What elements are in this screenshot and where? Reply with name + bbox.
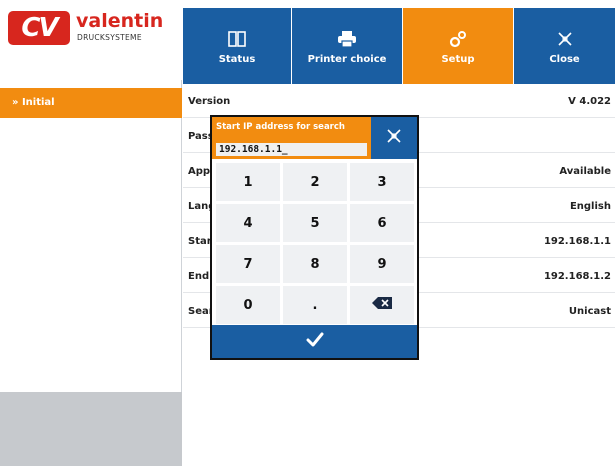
check-icon <box>306 332 324 352</box>
row-value: Available <box>559 166 611 177</box>
key-3[interactable]: 3 <box>350 163 414 201</box>
row-value: 192.168.1.1 <box>543 236 611 247</box>
logo-name: valentin <box>76 10 164 32</box>
printer-choice-label: Printer choice <box>307 53 387 65</box>
gears-icon <box>447 28 469 50</box>
book-icon <box>226 28 248 50</box>
printer-icon <box>336 28 358 50</box>
setup-button[interactable]: Setup <box>403 8 514 84</box>
row-key: Version <box>188 96 231 107</box>
close-icon <box>386 128 402 148</box>
status-label: Status <box>218 53 256 65</box>
confirm-button[interactable] <box>212 325 417 358</box>
row-value: 192.168.1.2 <box>543 271 611 282</box>
status-button[interactable]: Status <box>183 8 292 84</box>
keypad: 1 2 3 4 5 6 7 8 9 0 . <box>212 159 417 325</box>
row-key: End <box>188 271 210 282</box>
printer-choice-button[interactable]: Printer choice <box>292 8 403 84</box>
sidebar-item-initial[interactable]: » Initial <box>0 88 182 118</box>
key-dot[interactable]: . <box>283 286 347 324</box>
close-label: Close <box>549 53 580 65</box>
key-9[interactable]: 9 <box>350 245 414 283</box>
ip-address-input[interactable]: 192.168.1.1_ <box>216 143 367 156</box>
close-icon <box>554 28 576 50</box>
key-4[interactable]: 4 <box>216 204 280 242</box>
row-value: V 4.022 <box>568 96 611 107</box>
dialog-close-button[interactable] <box>371 117 417 159</box>
key-0[interactable]: 0 <box>216 286 280 324</box>
key-2[interactable]: 2 <box>283 163 347 201</box>
dialog-header: Start IP address for search 192.168.1.1_ <box>212 117 371 159</box>
logo: CV valentin DRUCKSYSTEME <box>0 0 182 80</box>
row-value: Unicast <box>568 306 611 317</box>
key-7[interactable]: 7 <box>216 245 280 283</box>
backspace-icon <box>371 296 393 314</box>
close-button[interactable]: Close <box>514 8 615 84</box>
key-8[interactable]: 8 <box>283 245 347 283</box>
backspace-button[interactable] <box>350 286 414 324</box>
row-version: Version V 4.022 <box>183 84 615 118</box>
logo-mark: CV <box>8 11 70 45</box>
key-1[interactable]: 1 <box>216 163 280 201</box>
key-5[interactable]: 5 <box>283 204 347 242</box>
logo-subtitle: DRUCKSYSTEME <box>77 33 142 42</box>
top-navigation: Status Printer choice Setup Close <box>183 8 615 84</box>
key-6[interactable]: 6 <box>350 204 414 242</box>
dialog-title: Start IP address for search <box>216 122 345 132</box>
row-value: English <box>569 201 611 212</box>
ip-keypad-dialog: Start IP address for search 192.168.1.1_… <box>210 115 419 360</box>
sidebar-footer-panel <box>0 392 182 466</box>
setup-label: Setup <box>441 53 475 65</box>
sidebar: » Initial <box>0 80 182 466</box>
